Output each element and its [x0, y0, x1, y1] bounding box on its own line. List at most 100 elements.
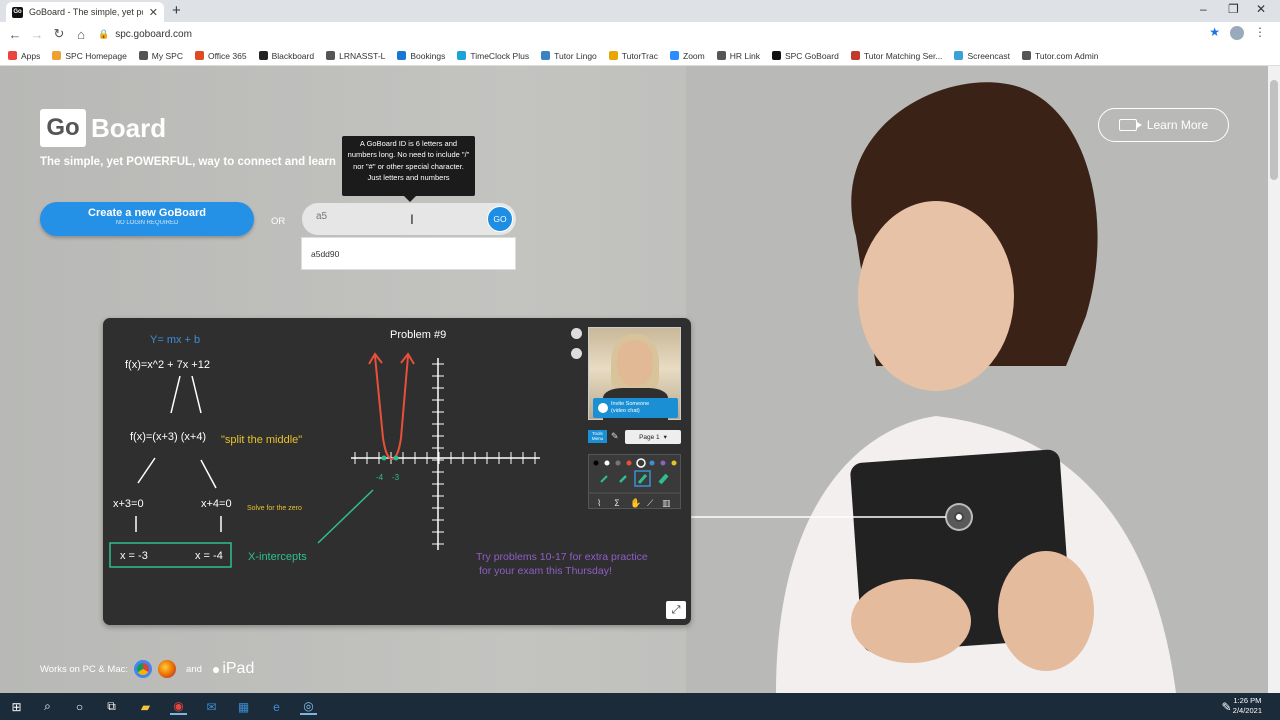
mail-icon[interactable]: ✉: [203, 698, 220, 715]
invite-someone-button[interactable]: Invite Someone (video chat): [593, 398, 678, 418]
color-blue[interactable]: [649, 460, 655, 466]
expand-icon[interactable]: ⤢: [666, 601, 686, 619]
bookmark-star-icon[interactable]: ★: [1209, 25, 1220, 39]
bookmark-item[interactable]: Office 365: [194, 51, 247, 61]
bookmark-favicon-icon: [771, 51, 781, 60]
pen-thick-icon[interactable]: [637, 474, 648, 484]
bookmark-item[interactable]: LRNASST-L: [326, 51, 385, 61]
x-intercepts-arrow: [317, 489, 374, 544]
pencil-icon[interactable]: ✎: [611, 431, 619, 442]
cortana-icon[interactable]: ○: [71, 698, 88, 715]
reload-icon[interactable]: ↻: [48, 26, 70, 42]
autocomplete-suggestion[interactable]: a5dd90: [301, 237, 516, 270]
close-tab-icon[interactable]: ✕: [149, 6, 158, 19]
new-tab-icon[interactable]: +: [172, 2, 181, 19]
learn-more-button[interactable]: Learn More: [1098, 108, 1229, 142]
close-window-icon[interactable]: ✕: [1256, 2, 1266, 16]
task-view-icon[interactable]: ⧉: [103, 698, 120, 715]
system-clock[interactable]: 1:26 PM 2/4/2021: [1233, 696, 1262, 716]
solution-left: x = -3: [120, 550, 148, 562]
bookmark-label: Blackboard: [271, 50, 315, 61]
bookmark-favicon-icon: [326, 51, 336, 60]
tagline: The simple, yet POWERFUL, way to connect…: [40, 156, 336, 168]
logo-box: Go: [40, 109, 86, 147]
problem-title: Problem #9: [390, 329, 446, 341]
color-yellow[interactable]: [671, 460, 677, 466]
bookmark-favicon-icon: [954, 51, 964, 60]
pan-hand-icon[interactable]: ✋: [630, 497, 641, 509]
page-select[interactable]: Page 1 ▾: [625, 430, 681, 444]
video-chat-tile: Invite Someone (video chat): [588, 327, 681, 421]
bookmark-item[interactable]: Tutor Lingo: [541, 51, 597, 61]
bookmark-item[interactable]: SPC Homepage: [52, 51, 127, 61]
invite-subtitle: (video chat): [611, 407, 640, 414]
create-goboard-button[interactable]: Create a new GoBoard NO LOGIN REQUIRED: [40, 202, 254, 236]
calendar-icon[interactable]: ▦: [235, 698, 252, 715]
bookmark-item[interactable]: Tutor Matching Ser...: [850, 51, 942, 61]
browser-tab[interactable]: Go GoBoard - The simple, yet powe ✕: [6, 2, 164, 22]
bookmark-favicon-icon: [457, 51, 467, 60]
back-icon[interactable]: ←: [4, 27, 26, 42]
color-red[interactable]: [626, 460, 632, 466]
marker-icon[interactable]: [658, 473, 669, 485]
minimize-icon[interactable]: –: [1200, 2, 1207, 16]
bookmark-item[interactable]: Bookings: [397, 51, 445, 61]
tools-menu-button[interactable]: Tools Menu: [588, 430, 607, 443]
root-label-right: -3: [392, 473, 400, 482]
target-marker: [945, 503, 973, 531]
bookmark-item[interactable]: HR Link: [716, 51, 760, 61]
book-icon[interactable]: ▥: [662, 499, 671, 509]
bookmark-favicon-icon: [52, 51, 62, 60]
function-factored: f(x)=(x+3) (x+4): [130, 431, 206, 443]
go-button[interactable]: GO: [487, 206, 513, 232]
lock-icon: 🔒: [98, 28, 110, 39]
bookmark-favicon-icon: [397, 51, 407, 60]
address-bar[interactable]: 🔒 spc.goboard.com: [98, 24, 1234, 44]
bookmark-favicon-icon: [258, 51, 268, 60]
bookmark-item[interactable]: SPC GoBoard: [771, 51, 839, 61]
microphone-icon[interactable]: [571, 348, 582, 359]
color-selected-ring[interactable]: [636, 458, 646, 468]
forward-icon[interactable]: →: [26, 27, 48, 42]
menu-icon[interactable]: ⋮: [1254, 25, 1266, 39]
home-icon[interactable]: ⌂: [70, 27, 92, 42]
color-purple[interactable]: [660, 460, 666, 466]
url-text: spc.goboard.com: [115, 28, 192, 40]
equation-left: x+3=0: [113, 498, 144, 510]
apple-icon: ●: [211, 661, 221, 677]
text-cursor-icon: I: [410, 211, 414, 227]
bookmark-item[interactable]: My SPC: [138, 50, 183, 61]
goboard-logo[interactable]: Go Board: [40, 109, 166, 147]
pen-thin-icon[interactable]: [600, 475, 608, 483]
logo-text: Board: [91, 112, 167, 143]
scrollbar-thumb[interactable]: [1270, 80, 1278, 180]
color-white[interactable]: [604, 460, 610, 466]
bookmark-item[interactable]: Blackboard: [258, 50, 315, 61]
bookmark-item[interactable]: Screencast: [954, 51, 1010, 61]
bookmark-item[interactable]: TimeClock Plus: [457, 51, 529, 61]
ruler-icon[interactable]: ⟋: [647, 499, 654, 509]
goboard-id-input[interactable]: [316, 211, 476, 222]
tab-title: GoBoard - The simple, yet powe: [29, 7, 143, 17]
bookmark-item[interactable]: Tutor.com Admin: [1021, 51, 1098, 61]
pen-medium-icon[interactable]: [619, 475, 627, 483]
bookmark-item[interactable]: Zoom: [670, 51, 705, 61]
bookmark-item[interactable]: TutorTrac: [608, 51, 658, 61]
color-black[interactable]: [593, 460, 599, 466]
chrome-taskbar-icon[interactable]: ◉: [170, 698, 187, 715]
maximize-icon[interactable]: ❐: [1228, 2, 1239, 16]
sigma-icon[interactable]: Σ: [614, 499, 620, 509]
profile-avatar[interactable]: [1230, 26, 1244, 40]
graph-tool-icon[interactable]: ⌇: [597, 498, 601, 509]
color-gray[interactable]: [615, 460, 621, 466]
bookmark-label: My SPC: [151, 50, 183, 61]
file-explorer-icon[interactable]: ▰: [137, 698, 154, 715]
screencast-icon[interactable]: ◎: [300, 698, 317, 715]
edge-icon[interactable]: e: [268, 698, 285, 715]
page-scrollbar[interactable]: [1268, 66, 1280, 693]
bookmark-item[interactable]: Apps: [8, 51, 40, 61]
windows-start-icon[interactable]: ⊞: [8, 698, 25, 715]
search-icon[interactable]: ⌕: [39, 698, 56, 715]
video-camera-icon: [1118, 119, 1142, 131]
camera-toggle-icon[interactable]: [571, 328, 582, 339]
